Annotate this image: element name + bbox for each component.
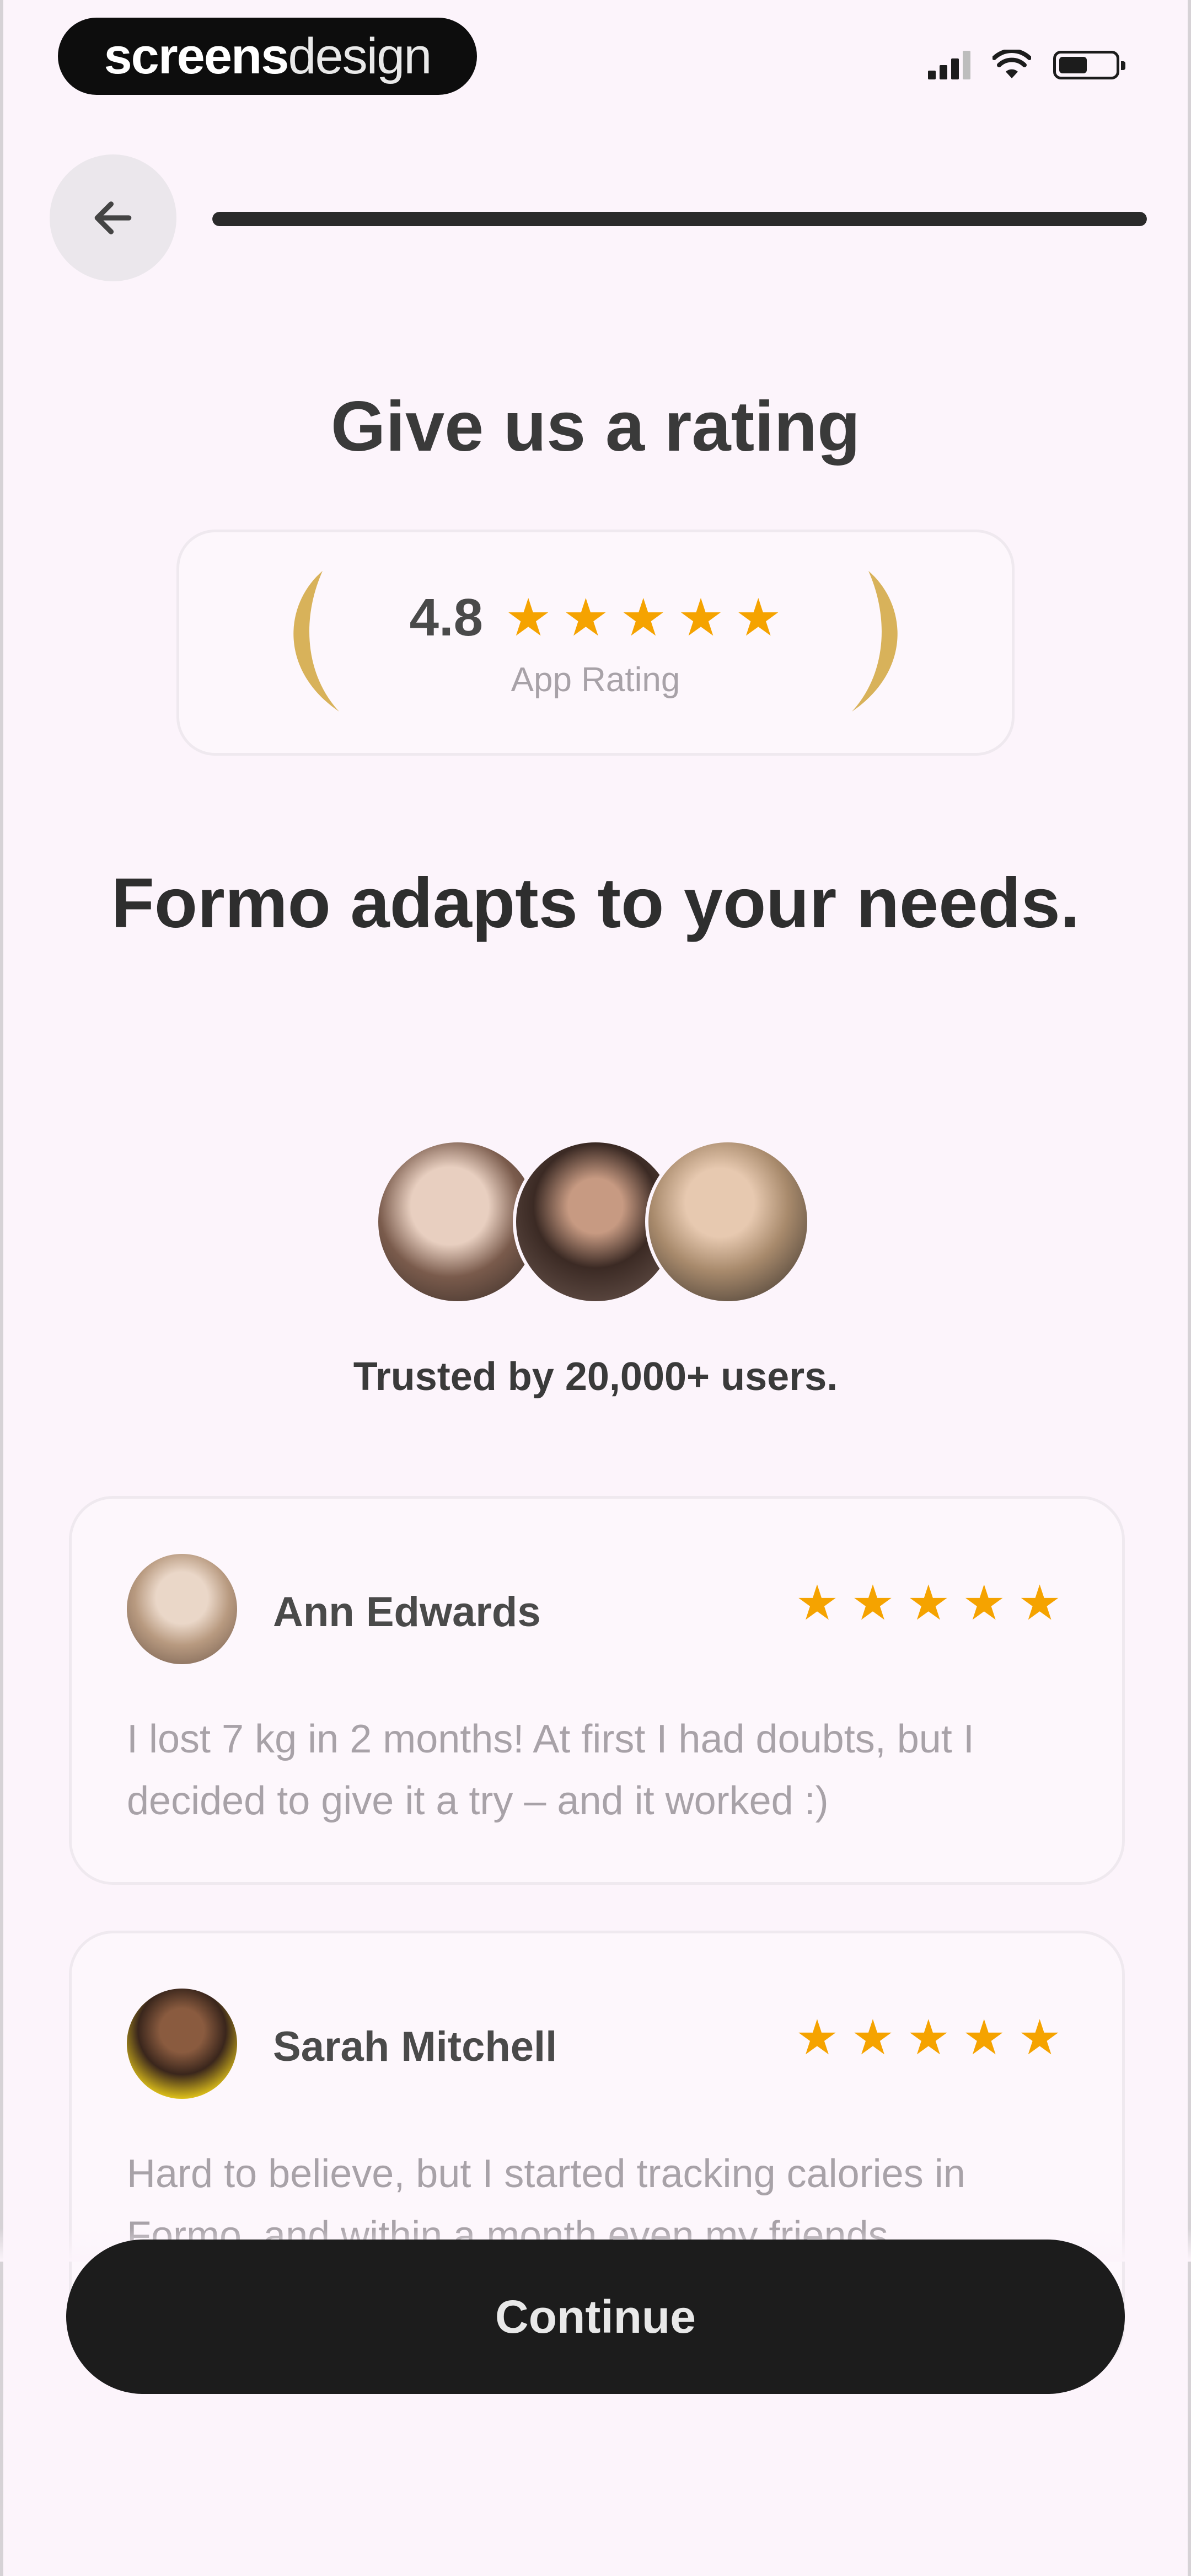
star-icon: ★ (505, 589, 552, 646)
onboarding-progress-bar (212, 212, 1147, 226)
reviewer-avatar (127, 1989, 237, 2099)
app-rating-card: 4.8 ★ ★ ★ ★ ★ App Rating (176, 530, 1015, 756)
battery-icon (1053, 51, 1125, 79)
brand-logo-bold: screens (104, 28, 289, 84)
trusted-by-text: Trusted by 20,000+ users. (353, 1355, 838, 1399)
headline: Formo adapts to your needs. (111, 864, 1080, 943)
review-text: I lost 7 kg in 2 months! At first I had … (127, 1717, 974, 1823)
star-icon: ★ (1018, 1575, 1061, 1630)
star-icon: ★ (962, 2010, 1006, 2065)
page-title: Give us a rating (330, 387, 861, 466)
back-button[interactable] (50, 154, 176, 281)
wifi-icon (993, 50, 1031, 78)
brand-logo-light: design (288, 28, 432, 84)
star-icon: ★ (620, 589, 667, 646)
status-icons (928, 50, 1125, 79)
reviewer-name: Sarah Mitchell (273, 2023, 557, 2070)
star-icon: ★ (1018, 2010, 1061, 2065)
cellular-signal-icon (928, 51, 970, 79)
rating-value: 4.8 (409, 588, 484, 647)
rating-stars: ★ ★ ★ ★ ★ (505, 592, 781, 644)
avatar (645, 1139, 811, 1305)
star-icon: ★ (906, 2010, 951, 2065)
star-icon: ★ (795, 2010, 839, 2065)
continue-button[interactable]: Continue (66, 2240, 1125, 2394)
star-icon: ★ (906, 1575, 951, 1630)
star-icon: ★ (851, 1575, 895, 1630)
arrow-left-icon (94, 201, 132, 234)
rating-label: App Rating (511, 661, 680, 699)
star-icon: ★ (962, 1575, 1006, 1630)
star-icon: ★ (677, 589, 725, 646)
review-stars: ★ ★ ★ ★ ★ (796, 2013, 1061, 2062)
reviewer-avatar (127, 1554, 237, 1664)
reviewer-name: Ann Edwards (273, 1589, 541, 1636)
star-icon: ★ (562, 589, 609, 646)
brand-logo: screens design (58, 18, 477, 95)
review-stars: ★ ★ ★ ★ ★ (796, 1579, 1061, 1627)
review-card: Ann Edwards ★ ★ ★ ★ ★ I lost 7 kg in 2 month… (69, 1496, 1125, 1885)
user-avatar-group (375, 1139, 816, 1305)
star-icon: ★ (851, 2010, 895, 2065)
rating-row: 4.8 ★ ★ ★ ★ ★ (179, 587, 1012, 648)
progress-fill (212, 212, 1147, 226)
star-icon: ★ (735, 589, 782, 646)
star-icon: ★ (795, 1575, 839, 1630)
